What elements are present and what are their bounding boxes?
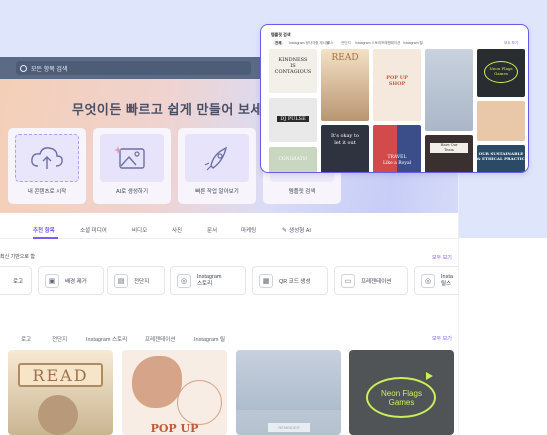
hero-title: 무엇이든 빠르고 쉽게 만들어 보세 [72, 102, 263, 117]
card-text: REMINDER [268, 423, 310, 432]
panel-title: 템플릿 검색 [271, 32, 291, 37]
thumbnail-text: READ [331, 53, 359, 63]
tab-video[interactable]: 비디오 [132, 226, 147, 234]
chip-label: QR 코드 생성 [279, 278, 311, 285]
card-photo [236, 350, 341, 410]
tab-recommended[interactable]: 추천 항목 [33, 226, 55, 234]
chip-instagram-story[interactable]: ◎ Instagram 스토리 [170, 266, 246, 295]
tile-label: 빠른 작업 알아보기 [195, 189, 239, 195]
card-illustration [132, 356, 182, 408]
tile-quick-actions[interactable]: 빠른 작업 알아보기 [178, 128, 256, 204]
panel-tab[interactable]: 전단지 [341, 41, 351, 46]
search-input[interactable]: 모든 항목 검색 [16, 61, 251, 75]
template-search-panel: 템플릿 검색 전체 Instagram 정사각형 게시물 포스 전단지 Inst… [260, 24, 529, 173]
chip-label: 배경 제거 [65, 278, 87, 285]
card-text: READ [18, 363, 103, 387]
chip-label: Insta 릴스 [441, 273, 453, 287]
panel-tab[interactable]: Instagram 정사각형 게시물 [289, 41, 329, 46]
filter-logo[interactable]: 로고 [21, 335, 31, 343]
template-thumbnail[interactable]: KINDNESS IS CONTAGIOUS [269, 49, 317, 93]
search-placeholder: 모든 항목 검색 [31, 66, 68, 73]
presentation-icon: ▭ [341, 273, 355, 288]
qr-code-icon: ▦ [259, 273, 273, 288]
template-thumbnail[interactable]: TRAVEL Like a Royal [373, 125, 421, 172]
active-tab-indicator [33, 237, 58, 239]
panel-tab[interactable]: Instagram 스토리 [355, 41, 381, 46]
chip-presentation[interactable]: ▭ 프레젠테이션 [334, 266, 408, 295]
tile-start-with-content[interactable]: 내 콘텐츠로 시작 [8, 128, 86, 204]
image-sparkle-icon [100, 134, 164, 182]
thumbnail-text: Have Our Team [430, 143, 468, 153]
template-thumbnail[interactable] [425, 49, 473, 131]
template-thumbnail[interactable]: It's okay to let it out [321, 125, 369, 172]
template-card[interactable]: REMINDER [236, 350, 341, 435]
chip-qr-code[interactable]: ▦ QR 코드 생성 [252, 266, 328, 295]
thumbnail-text: OUR SUSTAINABLE & ETHICAL PRACTICES [477, 151, 525, 161]
tab-photo[interactable]: 사진 [172, 226, 182, 234]
template-card[interactable]: POP UP [122, 350, 227, 435]
sparkle-edit-icon: ✎ [282, 227, 288, 234]
template-thumbnail[interactable] [477, 101, 525, 141]
template-card[interactable]: READ [8, 350, 113, 435]
tab-generative-ai[interactable]: ✎ 생성형 AI [282, 226, 311, 235]
template-thumbnail[interactable]: CONGRATS! [269, 147, 317, 172]
filter-instagram-story[interactable]: Instagram 스토리 [86, 335, 127, 343]
thumbnail-text: KINDNESS IS CONTAGIOUS [274, 57, 312, 75]
template-thumbnail[interactable]: Have Our Team [425, 135, 473, 172]
thumbnail-text: TRAVEL Like a Royal [382, 155, 412, 166]
thumbnail-text: POP UP SHOP [386, 75, 408, 87]
tab-social-media[interactable]: 소셜 미디어 [80, 226, 107, 234]
tile-label: 템플릿 검색 [288, 189, 316, 195]
chip-flyer[interactable]: ▤ 전단지 [107, 266, 165, 295]
chip-label: Instagram 스토리 [197, 273, 222, 287]
filter-instagram-reels[interactable]: Instagram 릴 [194, 335, 225, 343]
filter-presentation[interactable]: 프레젠테이션 [145, 335, 175, 343]
flag-icon [426, 372, 433, 380]
chip-instagram-reels[interactable]: ◎ Insta 릴스 [414, 266, 458, 295]
panel-tab[interactable]: 포스 [327, 41, 333, 46]
chip-label: 프레젠테이션 [361, 278, 392, 285]
filter-flyer[interactable]: 전단지 [52, 335, 67, 343]
template-thumbnail[interactable]: DJ PULSE [269, 98, 317, 142]
tab-label: 생성형 AI [289, 228, 311, 234]
thumbnail-text: It's okay to let it out [331, 133, 359, 146]
see-all-link[interactable]: 모두 보기 [432, 254, 452, 261]
remove-background-icon: ▣ [45, 273, 59, 288]
upload-cloud-icon [15, 134, 79, 182]
panel-tab[interactable]: Instagram 릴 [403, 41, 423, 46]
chip-logo[interactable]: 로고 [0, 266, 32, 295]
tile-label: AI로 생성하기 [115, 189, 149, 195]
instagram-icon: ◎ [421, 273, 435, 288]
thumbnail-text: Neon Flags Games [489, 66, 513, 76]
template-thumbnail[interactable]: POP UP SHOP [373, 49, 421, 121]
card-text: Neon Flags Games [381, 389, 422, 407]
see-all-link[interactable]: 모두 보기 [504, 41, 518, 46]
category-tabs: 추천 항목 소셜 미디어 비디오 사진 문서 마케팅 ✎ 생성형 AI [0, 221, 458, 239]
flyer-icon: ▤ [114, 273, 128, 288]
template-thumbnail[interactable]: Neon Flags Games [477, 49, 525, 97]
tab-marketing[interactable]: 마케팅 [241, 226, 256, 234]
card-illustration [177, 380, 222, 425]
chip-label: 전단지 [134, 278, 150, 285]
chip-remove-background[interactable]: ▣ 배경 제거 [38, 266, 104, 295]
tab-document[interactable]: 문서 [207, 226, 217, 234]
thumbnail-text: CONGRATS! [278, 157, 308, 162]
panel-tab[interactable]: 프레젠테이션 [381, 41, 400, 46]
template-thumbnail[interactable]: READ [321, 49, 369, 121]
see-all-link[interactable]: 모두 보기 [432, 335, 452, 342]
instagram-icon: ◎ [177, 273, 191, 288]
tile-generate-ai[interactable]: AI로 생성하기 [93, 128, 171, 204]
card-illustration [38, 395, 78, 435]
template-thumbnail[interactable]: OUR SUSTAINABLE & ETHICAL PRACTICES [477, 145, 525, 172]
template-card[interactable]: Neon Flags Games [349, 350, 454, 435]
panel-tab[interactable]: 전체 [273, 41, 284, 46]
chip-label: 로고 [13, 278, 24, 285]
section-title: 최신 기반으로 함 [0, 254, 35, 260]
tile-label: 내 콘텐츠로 시작 [27, 189, 67, 195]
card-text: POP UP [150, 422, 199, 435]
thumbnail-text: DJ PULSE [277, 116, 309, 122]
search-icon [20, 64, 27, 72]
rocket-icon [185, 134, 249, 182]
